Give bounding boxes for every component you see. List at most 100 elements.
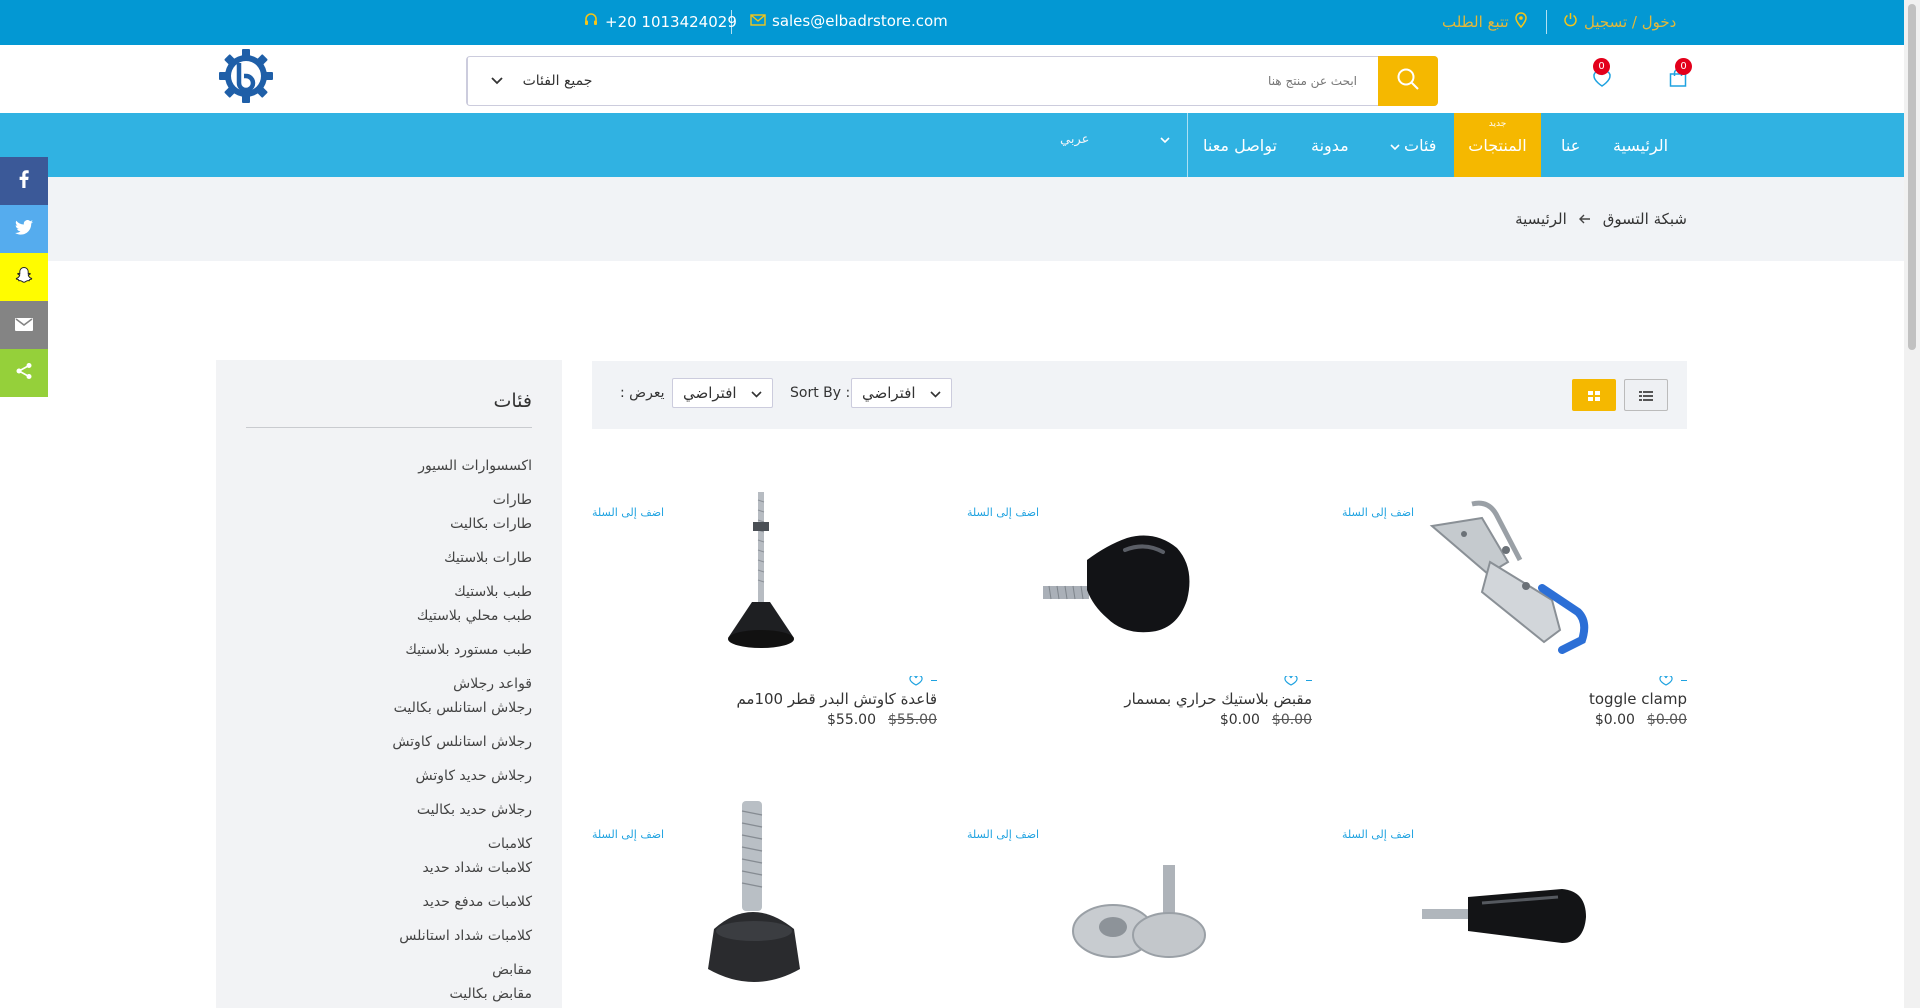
twitter-icon xyxy=(15,219,33,239)
email-link[interactable]: sales@elbadrstore.com xyxy=(750,12,948,30)
category-item[interactable]: كلامبات xyxy=(392,832,532,856)
email-share-button[interactable] xyxy=(0,301,48,349)
product-image[interactable] xyxy=(1412,871,1612,1008)
category-item[interactable]: رجلاش حديد كاوتش xyxy=(392,764,532,788)
category-item[interactable]: طبب مستورد بلاستيك xyxy=(392,638,532,662)
nav-categories[interactable]: فئات xyxy=(1390,113,1436,177)
category-list: اكسسوارات السيور طارات طارات بكاليت طارا… xyxy=(392,454,532,1008)
product-image[interactable] xyxy=(1037,861,1237,1008)
category-item[interactable]: كلامبات مدفع حديد xyxy=(392,890,532,914)
chevron-down-icon xyxy=(1160,133,1170,148)
headset-icon xyxy=(583,12,599,32)
add-to-cart-link[interactable]: اضف إلى السلة xyxy=(1342,828,1414,841)
phone-text: +20 1013424029 xyxy=(605,13,737,31)
product-image[interactable] xyxy=(1037,490,1237,670)
product-image[interactable] xyxy=(662,490,862,670)
main-nav: عربي تواصل معنا مدونة فئات جديد المنتجات… xyxy=(0,113,1904,177)
breadcrumb-current: شبكة التسوق xyxy=(1602,210,1687,228)
category-item[interactable]: مقابض بكاليت xyxy=(392,982,532,1006)
category-dropdown[interactable]: جميع الفئات xyxy=(467,57,615,105)
wishlist-button[interactable]: 0 xyxy=(1584,58,1624,96)
page: +20 1013424029 sales@elbadrstore.com تتب… xyxy=(0,0,1920,1008)
facebook-icon xyxy=(19,170,29,192)
twitter-share-button[interactable] xyxy=(0,205,48,253)
category-item[interactable]: طارات xyxy=(392,488,532,512)
category-item[interactable]: طبب محلي بلاستيك xyxy=(392,604,532,628)
scrollbar-thumb[interactable] xyxy=(1908,4,1916,350)
language-value: عربي xyxy=(1060,131,1090,147)
category-item[interactable]: كلامبات شداد استانلس xyxy=(392,924,532,948)
power-icon xyxy=(1563,12,1578,31)
category-item[interactable]: اكسسوارات السيور xyxy=(392,454,532,478)
envelope-icon xyxy=(750,12,766,30)
social-share-bar xyxy=(0,157,48,397)
share-icon xyxy=(15,362,33,384)
nav-divider xyxy=(1187,113,1188,177)
add-to-cart-link[interactable]: اضف إلى السلة xyxy=(592,828,664,841)
category-item[interactable]: قواعد رجلاش xyxy=(392,672,532,696)
product-image[interactable] xyxy=(1412,490,1612,670)
add-to-cart-link[interactable]: اضف إلى السلة xyxy=(1342,506,1414,519)
category-item[interactable]: رجلاش استانلس كاوتش xyxy=(392,730,532,754)
category-sidebar: فئات اكسسوارات السيور طارات طارات بكاليت… xyxy=(216,360,562,1008)
sidebar-title: فئات xyxy=(493,390,533,412)
chevron-down-icon xyxy=(490,73,503,89)
add-to-cart-link[interactable]: اضف إلى السلة xyxy=(967,506,1039,519)
facebook-share-button[interactable] xyxy=(0,157,48,205)
chevron-down-icon xyxy=(1390,136,1400,155)
product-card[interactable]: اضف إلى السلة toggle clamp $0.00 $0.00 xyxy=(1342,360,1687,728)
category-item[interactable]: طارات بكاليت xyxy=(392,512,532,536)
phone-link[interactable]: +20 1013424029 xyxy=(583,12,737,32)
nav-products-label: المنتجات xyxy=(1468,135,1527,155)
search-icon xyxy=(1396,67,1420,95)
category-item[interactable]: رجلاش حديد بكاليت xyxy=(392,798,532,822)
add-to-cart-link[interactable]: اضف إلى السلة xyxy=(967,828,1039,841)
email-icon xyxy=(15,316,33,335)
product-card[interactable]: اضف إلى السلة xyxy=(592,681,937,1008)
category-item[interactable]: طارات بلاستيك xyxy=(392,546,532,570)
login-text: دخول / تسجيل xyxy=(1584,12,1677,31)
email-text: sales@elbadrstore.com xyxy=(772,12,948,30)
nav-home[interactable]: الرئيسية xyxy=(1613,113,1668,177)
nav-contact[interactable]: تواصل معنا xyxy=(1203,113,1277,177)
search-button[interactable] xyxy=(1378,56,1438,106)
product-card[interactable]: اضف إلى السلة xyxy=(1342,681,1687,1008)
vertical-scrollbar[interactable] xyxy=(1904,0,1920,1008)
cart-button[interactable]: 0 xyxy=(1664,58,1704,96)
add-to-cart-link[interactable]: اضف إلى السلة xyxy=(592,506,664,519)
nav-blog[interactable]: مدونة xyxy=(1311,113,1349,177)
category-item[interactable]: رجلاش استانلس بكاليت xyxy=(392,696,532,720)
snapchat-share-button[interactable] xyxy=(0,253,48,301)
track-order-link[interactable]: تتبع الطلب xyxy=(1442,12,1527,32)
nav-about[interactable]: عنا xyxy=(1561,113,1580,177)
store-logo[interactable] xyxy=(216,46,276,106)
product-card[interactable]: اضف إلى السلة قاعدة كاوتش البدر قطر 100م… xyxy=(592,360,937,728)
category-dropdown-value: جميع الفئات xyxy=(522,73,593,89)
product-image[interactable] xyxy=(662,799,862,982)
search-bar: جميع الفئات xyxy=(466,56,1438,106)
login-link[interactable]: دخول / تسجيل xyxy=(1563,12,1676,31)
language-selector[interactable]: عربي xyxy=(1060,113,1170,177)
breadcrumb: شبكة التسوق الرئيسية xyxy=(1515,210,1687,228)
category-item[interactable]: كلامبات شداد حديد xyxy=(392,856,532,880)
wishlist-count-badge: 0 xyxy=(1593,58,1610,75)
breadcrumb-band: شبكة التسوق الرئيسية xyxy=(0,177,1904,261)
share-button[interactable] xyxy=(0,349,48,397)
arrow-left-icon xyxy=(1578,210,1591,228)
search-input[interactable] xyxy=(617,58,1377,104)
nav-categories-label: فئات xyxy=(1404,135,1437,155)
map-pin-icon xyxy=(1514,12,1527,32)
top-bar: +20 1013424029 sales@elbadrstore.com تتب… xyxy=(0,0,1904,45)
category-item[interactable]: طبب بلاستيك xyxy=(392,580,532,604)
snapchat-icon xyxy=(15,266,33,288)
product-card[interactable]: اضف إلى السلة xyxy=(967,681,1312,1008)
category-item[interactable]: مقابض xyxy=(392,958,532,982)
cart-count-badge: 0 xyxy=(1675,58,1692,75)
sidebar-divider xyxy=(246,427,532,428)
product-card[interactable]: اضف إلى السلة مقبض بلاستيك حراري بمسمار … xyxy=(967,360,1312,728)
nav-products[interactable]: جديد المنتجات xyxy=(1454,113,1541,177)
topbar-divider xyxy=(1546,10,1547,34)
track-order-text: تتبع الطلب xyxy=(1442,13,1509,31)
breadcrumb-home[interactable]: الرئيسية xyxy=(1515,210,1567,228)
new-tag: جديد xyxy=(1488,119,1507,129)
